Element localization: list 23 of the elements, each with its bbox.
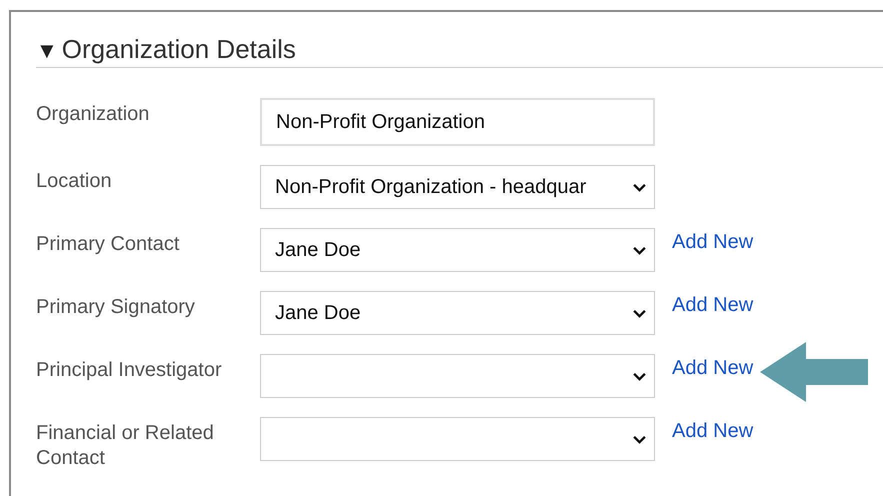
add-new-link[interactable]: Add New [672, 417, 754, 443]
chevron-down-icon [633, 308, 646, 318]
field-label: Location [36, 169, 113, 194]
chevron-down-icon [633, 182, 646, 192]
select-field[interactable] [260, 417, 655, 461]
field-label: Primary Signatory [36, 295, 196, 320]
select-field[interactable]: Jane Doe [260, 291, 655, 335]
select-field[interactable] [260, 354, 655, 398]
collapse-toggle[interactable]: ▼ [36, 38, 58, 64]
field-label: Principal Investigator [36, 358, 223, 383]
field-label: Financial or Related Contact [36, 421, 215, 471]
text-field[interactable]: Non-Profit Organization [260, 98, 655, 146]
field-label: Primary Contact [36, 232, 180, 257]
field-label: Organization [36, 102, 150, 127]
add-new-link[interactable]: Add New [672, 354, 754, 380]
add-new-link[interactable]: Add New [672, 291, 754, 317]
select-field[interactable]: Jane Doe [260, 228, 655, 272]
select-field[interactable]: Non-Profit Organization - headquar [260, 165, 655, 209]
chevron-down-icon [633, 246, 646, 254]
section-title: Organization Details [62, 34, 296, 65]
chevron-down-icon [633, 372, 646, 380]
chevron-down-icon [633, 434, 646, 444]
add-new-link[interactable]: Add New [672, 228, 754, 254]
